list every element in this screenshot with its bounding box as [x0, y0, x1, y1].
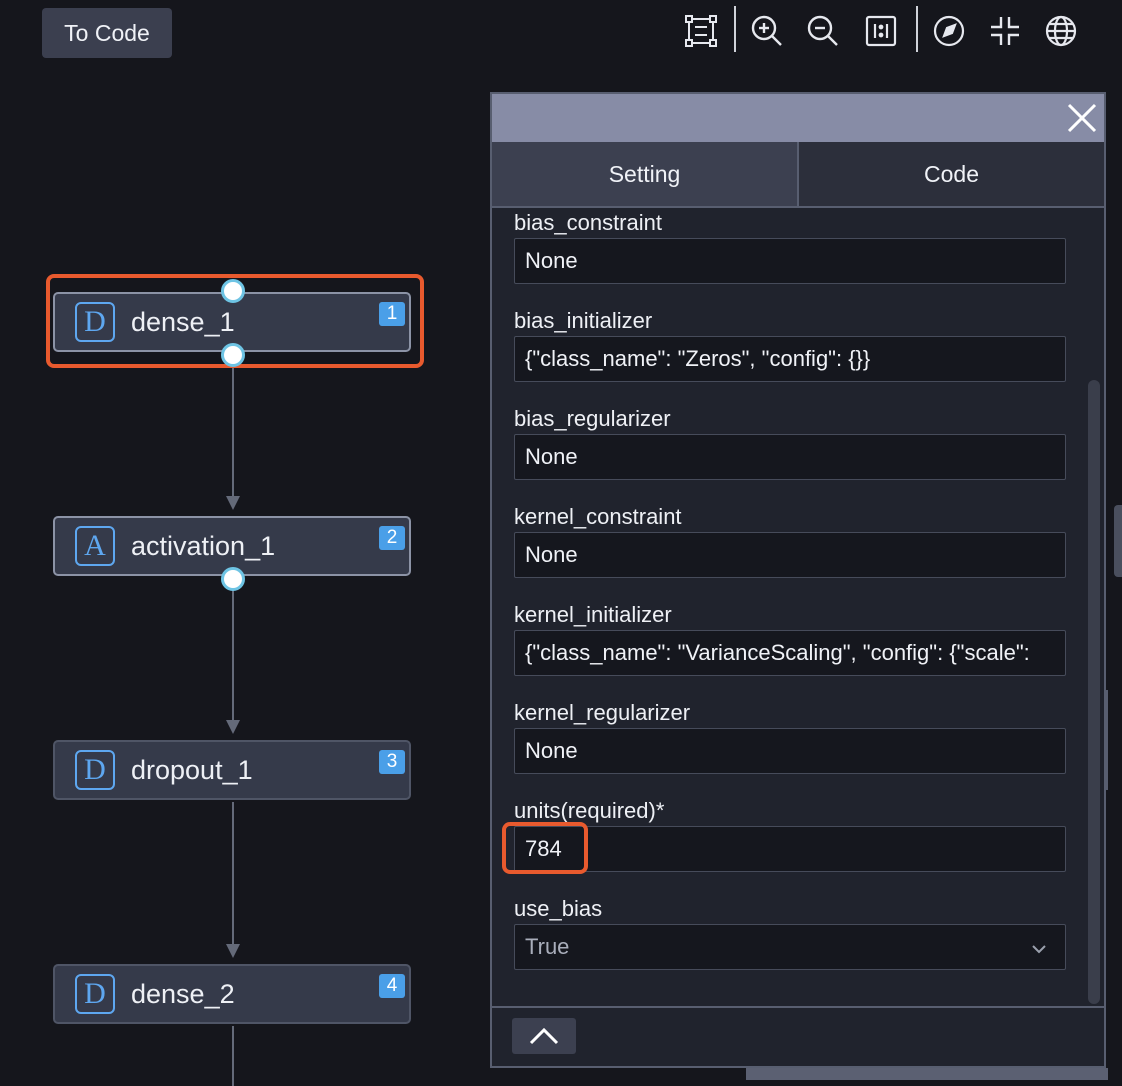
dense-layer-icon: D — [75, 302, 115, 342]
panel-edge — [1106, 690, 1108, 790]
kernel-regularizer-input[interactable]: None — [514, 728, 1066, 774]
tab-setting[interactable]: Setting — [492, 142, 799, 206]
output-port[interactable] — [221, 567, 245, 591]
node-index-badge: 1 — [379, 302, 405, 326]
panel-footer — [492, 1006, 1104, 1066]
to-code-button[interactable]: To Code — [42, 8, 172, 58]
panel-header — [492, 94, 1104, 142]
field-label-bias-regularizer: bias_regularizer — [514, 406, 671, 431]
edge-4-next — [232, 1026, 234, 1086]
activation-layer-icon: A — [75, 526, 115, 566]
node-index-badge: 4 — [379, 974, 405, 998]
collapse-panel-button[interactable] — [512, 1018, 576, 1054]
bottom-scrollbar[interactable] — [746, 1068, 1108, 1080]
scrollbar[interactable] — [1088, 380, 1100, 1004]
use-bias-value: True — [525, 934, 570, 959]
field-label-bias-initializer: bias_initializer — [514, 308, 653, 333]
units-input[interactable]: 784 — [514, 826, 1066, 872]
node-dropout-1[interactable]: D dropout_1 3 — [53, 740, 411, 800]
output-port[interactable] — [221, 343, 245, 367]
chevron-down-icon — [1032, 945, 1046, 954]
zoom-out-icon[interactable] — [804, 12, 842, 50]
kernel-initializer-input[interactable]: {"class_name": "VarianceScaling", "confi… — [514, 630, 1066, 676]
field-label-kernel-initializer: kernel_initializer — [514, 602, 672, 627]
edge-3-4 — [232, 802, 234, 944]
node-label: activation_1 — [131, 530, 276, 561]
node-label: dropout_1 — [131, 754, 253, 785]
layout-icon[interactable] — [862, 12, 900, 50]
node-dense-2[interactable]: D dense_2 4 — [53, 964, 411, 1024]
graph-canvas[interactable]: D dense_1 1 A activation_1 2 D dropout_1… — [0, 60, 490, 1086]
dense-layer-icon: D — [75, 974, 115, 1014]
fit-view-icon[interactable] — [682, 12, 720, 50]
dropout-layer-icon: D — [75, 750, 115, 790]
edge-1-2 — [232, 366, 234, 496]
side-drawer-handle[interactable] — [1114, 505, 1122, 577]
node-label: dense_1 — [131, 306, 235, 337]
kernel-constraint-input[interactable]: None — [514, 532, 1066, 578]
node-label: dense_2 — [131, 978, 235, 1009]
node-index-badge: 2 — [379, 526, 405, 550]
navigate-icon[interactable] — [930, 12, 968, 50]
bias-constraint-input[interactable]: None — [514, 238, 1066, 284]
input-port[interactable] — [221, 279, 245, 303]
globe-icon[interactable] — [1042, 12, 1080, 50]
edge-2-3 — [232, 590, 234, 720]
bias-regularizer-input[interactable]: None — [514, 434, 1066, 480]
arrow-2-3 — [226, 720, 240, 734]
node-index-badge: 3 — [379, 750, 405, 774]
bias-initializer-input[interactable]: {"class_name": "Zeros", "config": {}} — [514, 336, 1066, 382]
chevron-up-icon — [529, 1027, 559, 1045]
tab-code[interactable]: Code — [799, 142, 1104, 206]
panel-tabs: Setting Code — [492, 142, 1104, 208]
field-label-units: units(required)* — [514, 798, 665, 823]
field-label-kernel-constraint: kernel_constraint — [514, 504, 682, 529]
units-highlight — [502, 822, 588, 874]
field-label-use-bias: use_bias — [514, 896, 603, 921]
properties-panel: Setting Code bias_constraint None bias_i… — [490, 92, 1106, 1068]
use-bias-select[interactable]: True — [514, 924, 1066, 970]
toolbar — [676, 6, 1096, 52]
zoom-in-icon[interactable] — [748, 12, 786, 50]
collapse-icon[interactable] — [986, 12, 1024, 50]
arrow-1-2 — [226, 496, 240, 510]
field-label-kernel-regularizer: kernel_regularizer — [514, 700, 691, 725]
close-icon[interactable] — [1064, 100, 1100, 136]
arrow-3-4 — [226, 944, 240, 958]
field-label-bias-constraint: bias_constraint — [514, 210, 662, 235]
settings-form: bias_constraint None bias_initializer {"… — [514, 208, 1066, 992]
